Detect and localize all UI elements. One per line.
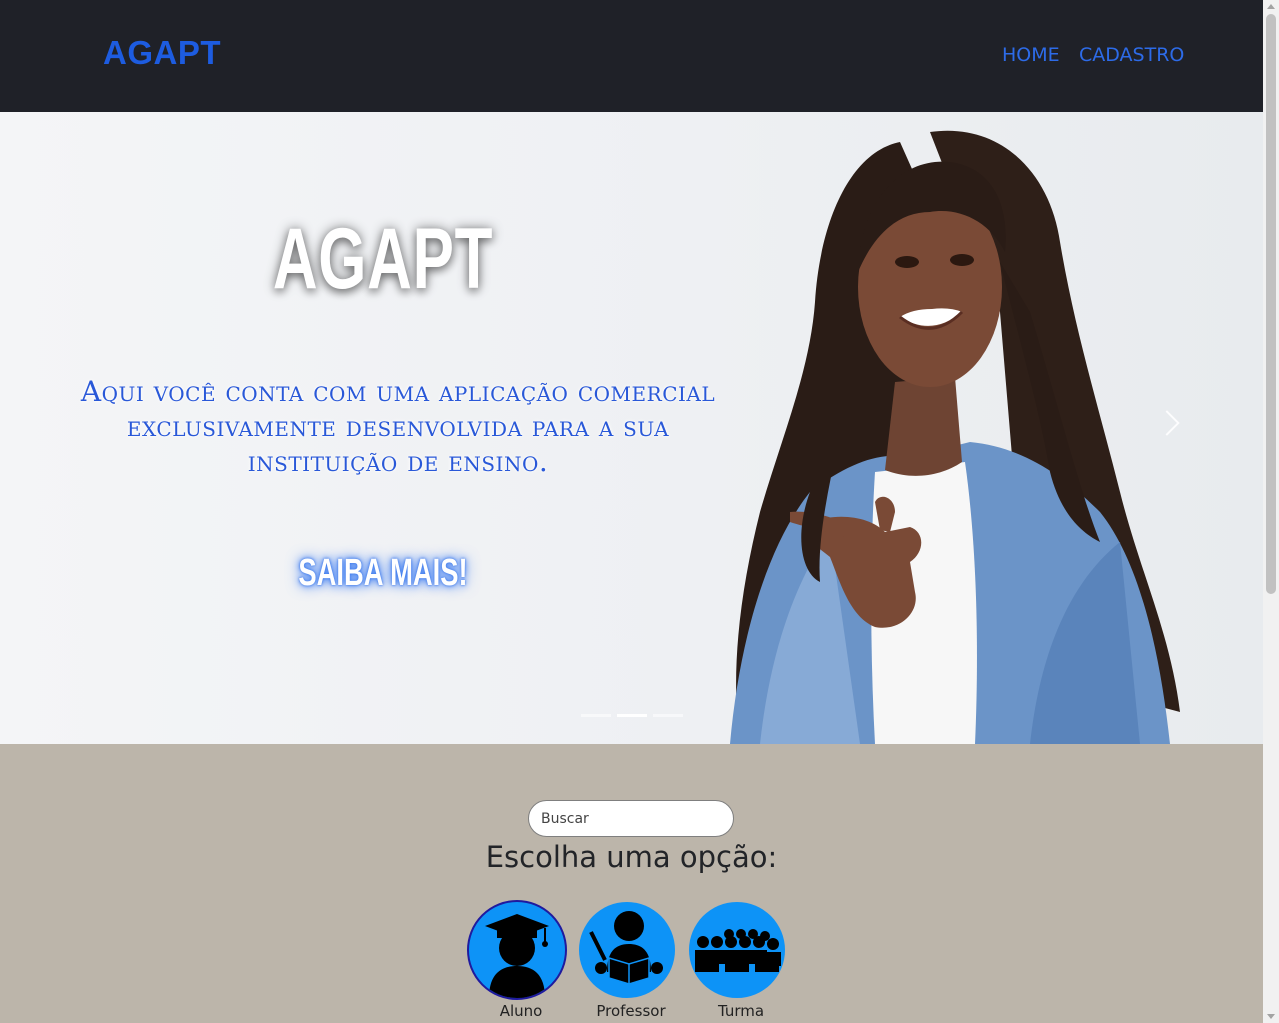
hero-title: AGAPT: [272, 211, 494, 307]
saiba-mais-button[interactable]: SAIBA MAIS!: [293, 552, 473, 595]
search-input[interactable]: [528, 800, 734, 837]
hero-woman-image: [730, 130, 1180, 744]
option-professor-label: Professor: [596, 1002, 666, 1020]
scroll-thumb[interactable]: [1266, 14, 1276, 594]
option-turma-label: Turma: [717, 1002, 765, 1020]
brand-logo[interactable]: AGAPT: [103, 34, 221, 72]
page-scrollbar[interactable]: [1263, 0, 1279, 1023]
hero-subtitle: Aqui você conta com uma aplicação comerc…: [80, 375, 716, 478]
option-aluno-label: Aluno: [499, 1002, 543, 1020]
navbar: AGAPT HOME CADASTRO: [0, 0, 1263, 112]
carousel-indicator-1[interactable]: [581, 714, 611, 717]
carousel-indicator-2[interactable]: [617, 714, 647, 717]
teacher-icon: [579, 902, 675, 998]
hero-carousel: AGAPT Aqui você conta com uma aplicação …: [0, 112, 1263, 744]
carousel-indicator-3[interactable]: [653, 714, 683, 717]
nav-home-link[interactable]: HOME: [1002, 44, 1060, 66]
option-turma-button[interactable]: [687, 900, 787, 1000]
option-professor-button[interactable]: [577, 900, 677, 1000]
choose-option-heading: Escolha uma opção:: [485, 840, 778, 874]
scroll-down-icon[interactable]: [1267, 1014, 1275, 1019]
nav-cadastro-link[interactable]: CADASTRO: [1079, 44, 1184, 66]
student-graduate-icon: [467, 900, 567, 1000]
classroom-icon: [689, 902, 785, 998]
scroll-up-icon[interactable]: [1267, 4, 1275, 9]
option-aluno-button[interactable]: [467, 900, 567, 1000]
